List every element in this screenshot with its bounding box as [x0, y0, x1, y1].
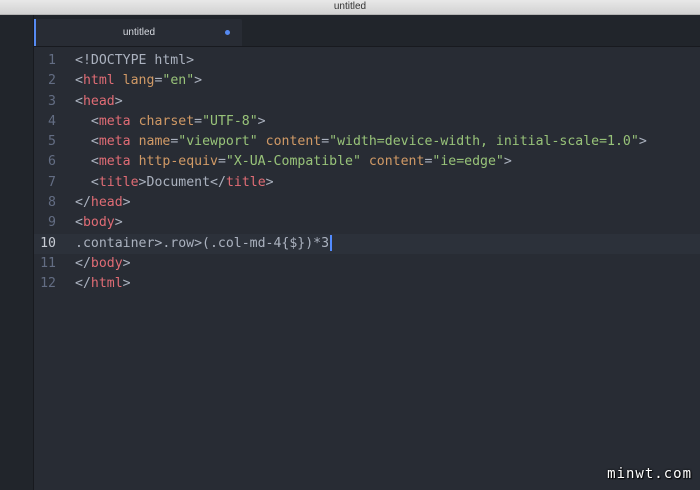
line-text[interactable]: <meta charset="UTF-8"> [75, 112, 266, 132]
code-line[interactable]: 8 </head> [34, 193, 700, 213]
code-line[interactable]: 6 <meta http-equiv="X-UA-Compatible" con… [34, 152, 700, 172]
tab-untitled[interactable]: untitled [34, 19, 242, 46]
code-line[interactable]: 10 .container>.row>(.col-md-4{$})*3 [34, 233, 700, 254]
line-number: 8 [48, 195, 56, 211]
code-line[interactable]: 12 </html> [34, 274, 700, 294]
line-text[interactable]: </body> [75, 254, 131, 274]
line-number: 1 [48, 53, 56, 68]
line-number: 7 [48, 174, 56, 190]
code-line[interactable]: 1 <!DOCTYPE html> [34, 51, 700, 71]
line-number: 12 [40, 276, 56, 292]
code-area[interactable]: 1 <!DOCTYPE html> 2 <html lang="en"> 3 <head>… [34, 51, 700, 295]
code-editor[interactable]: 1 <!DOCTYPE html> 2 <html lang="en"> 3 <head>… [34, 47, 700, 490]
line-text[interactable]: <title>Document</title> [75, 173, 274, 193]
line-number: 11 [40, 255, 56, 271]
side-panel [0, 15, 34, 490]
line-text[interactable]: <head> [75, 92, 123, 112]
tab-label: untitled [122, 27, 156, 38]
code-line[interactable]: 11 </body> [34, 254, 700, 274]
line-number: 10 [40, 235, 56, 251]
line-text[interactable]: .container>.row>(.col-md-4{$})*3 [75, 234, 333, 254]
line-number: 5 [48, 134, 56, 150]
watermark: minwt.com [607, 466, 692, 482]
code-line[interactable]: 3 <head> [34, 92, 700, 112]
line-text[interactable]: <meta name="viewport" content="width=dev… [75, 132, 647, 152]
line-text[interactable]: </head> [75, 193, 131, 213]
line-text[interactable]: <body> [75, 213, 123, 233]
line-number: 9 [48, 215, 56, 231]
line-text[interactable]: <html lang="en"> [75, 71, 202, 91]
modified-indicator-icon[interactable] [225, 30, 230, 35]
code-line[interactable]: 2 <html lang="en"> [34, 71, 700, 91]
tab-bar: untitled [34, 15, 700, 47]
code-line[interactable]: 4 <meta charset="UTF-8"> [34, 112, 700, 132]
line-number: 3 [48, 93, 56, 109]
code-line[interactable]: 9 <body> [34, 213, 700, 233]
line-number: 4 [48, 113, 56, 129]
line-text[interactable]: <meta http-equiv="X-UA-Compatible" conte… [75, 152, 512, 172]
line-text[interactable]: </html> [75, 274, 131, 294]
line-number: 6 [48, 154, 56, 170]
line-text[interactable]: <!DOCTYPE html> [75, 51, 194, 71]
code-line[interactable]: 5 <meta name="viewport" content="width=d… [34, 132, 700, 152]
window-title-bar: untitled [0, 0, 700, 15]
window-title: untitled [333, 1, 367, 12]
line-number: 2 [48, 73, 56, 89]
text-cursor [330, 234, 333, 251]
code-line[interactable]: 7 <title>Document</title> [34, 173, 700, 193]
